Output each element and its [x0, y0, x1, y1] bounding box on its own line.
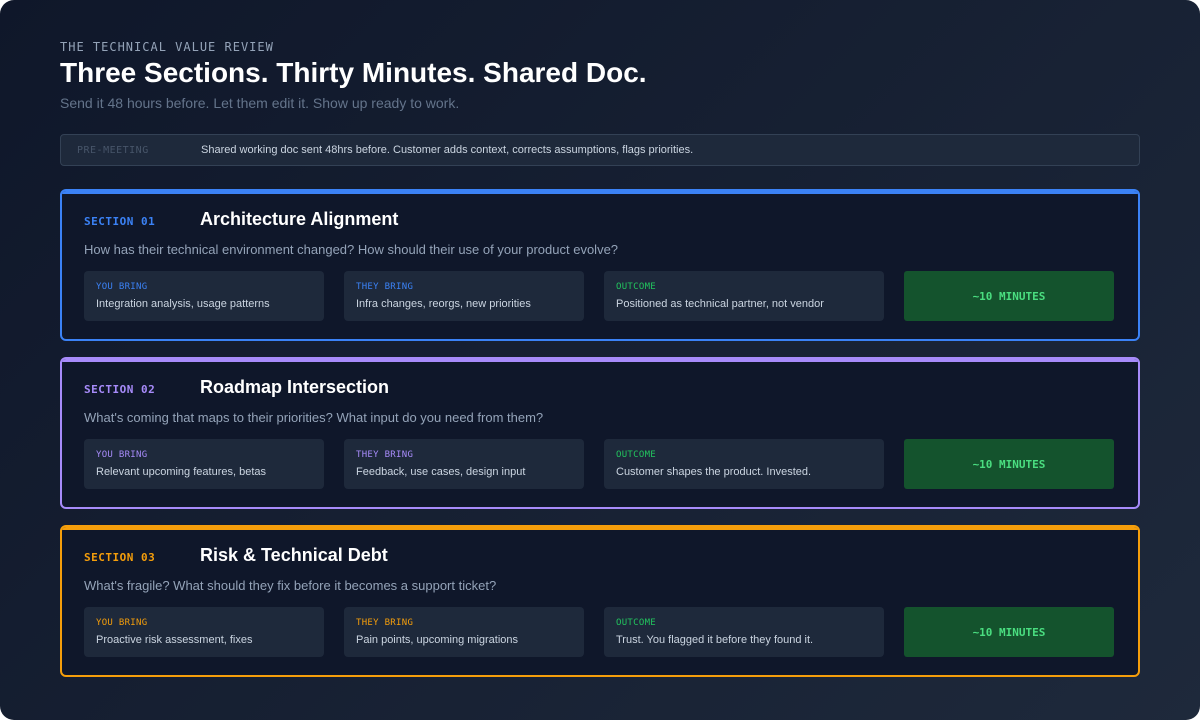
outcome-text: Positioned as technical partner, not ven… [616, 298, 824, 310]
outcome-card: OUTCOME Positioned as technical partner,… [604, 271, 884, 321]
they-bring-label: THEY BRING [356, 450, 414, 460]
premeeting-bar: PRE-MEETING Shared working doc sent 48hr… [60, 134, 1140, 166]
outcome-card: OUTCOME Trust. You flagged it before the… [604, 607, 884, 657]
you-bring-card: YOU BRING Proactive risk assessment, fix… [84, 607, 324, 657]
they-bring-label: THEY BRING [356, 618, 414, 628]
outcome-text: Customer shapes the product. Invested. [616, 466, 812, 478]
premeeting-text: Shared working doc sent 48hrs before. Cu… [201, 144, 694, 156]
time-estimate-text: ~10 MINUTES [972, 457, 1046, 471]
section-label: SECTION 03 [84, 551, 156, 564]
you-bring-label: YOU BRING [96, 450, 148, 460]
page-subtitle: Send it 48 hours before. Let them edit i… [60, 95, 460, 111]
you-bring-text: Proactive risk assessment, fixes [96, 634, 253, 646]
section-title: Architecture Alignment [200, 209, 399, 229]
section-label: SECTION 02 [84, 383, 156, 396]
eyebrow-label: THE TECHNICAL VALUE REVIEW [60, 40, 274, 54]
section-roadmap-intersection: SECTION 02 Roadmap Intersection What's c… [60, 357, 1140, 509]
they-bring-text: Infra changes, reorgs, new priorities [356, 298, 531, 310]
section-architecture-alignment: SECTION 01 Architecture Alignment How ha… [60, 189, 1140, 341]
time-estimate-badge: ~10 MINUTES [904, 271, 1114, 321]
section-label: SECTION 01 [84, 215, 156, 228]
premeeting-tag: PRE-MEETING [77, 144, 149, 156]
section-title: Roadmap Intersection [200, 377, 390, 397]
you-bring-label: YOU BRING [96, 282, 148, 292]
outcome-label: OUTCOME [616, 282, 657, 292]
outcome-label: OUTCOME [616, 450, 657, 460]
outcome-label: OUTCOME [616, 618, 657, 628]
review-canvas: THE TECHNICAL VALUE REVIEW Three Section… [0, 0, 1200, 720]
you-bring-text: Relevant upcoming features, betas [96, 466, 266, 478]
section-question: What's fragile? What should they fix bef… [84, 578, 497, 593]
time-estimate-badge: ~10 MINUTES [904, 439, 1114, 489]
section-risk-technical-debt: SECTION 03 Risk & Technical Debt What's … [60, 525, 1140, 677]
you-bring-card: YOU BRING Relevant upcoming features, be… [84, 439, 324, 489]
time-estimate-text: ~10 MINUTES [972, 625, 1046, 639]
they-bring-card: THEY BRING Infra changes, reorgs, new pr… [344, 271, 584, 321]
they-bring-text: Feedback, use cases, design input [356, 466, 526, 478]
you-bring-label: YOU BRING [96, 618, 148, 628]
outcome-card: OUTCOME Customer shapes the product. Inv… [604, 439, 884, 489]
they-bring-label: THEY BRING [356, 282, 414, 292]
you-bring-card: YOU BRING Integration analysis, usage pa… [84, 271, 324, 321]
you-bring-text: Integration analysis, usage patterns [96, 298, 270, 310]
time-estimate-text: ~10 MINUTES [972, 289, 1046, 303]
they-bring-card: THEY BRING Pain points, upcoming migrati… [344, 607, 584, 657]
section-title: Risk & Technical Debt [200, 545, 388, 565]
time-estimate-badge: ~10 MINUTES [904, 607, 1114, 657]
section-question: What's coming that maps to their priorit… [84, 410, 544, 425]
section-question: How has their technical environment chan… [84, 242, 619, 257]
page-title: Three Sections. Thirty Minutes. Shared D… [60, 57, 647, 88]
they-bring-text: Pain points, upcoming migrations [356, 634, 519, 646]
outcome-text: Trust. You flagged it before they found … [616, 634, 814, 646]
they-bring-card: THEY BRING Feedback, use cases, design i… [344, 439, 584, 489]
